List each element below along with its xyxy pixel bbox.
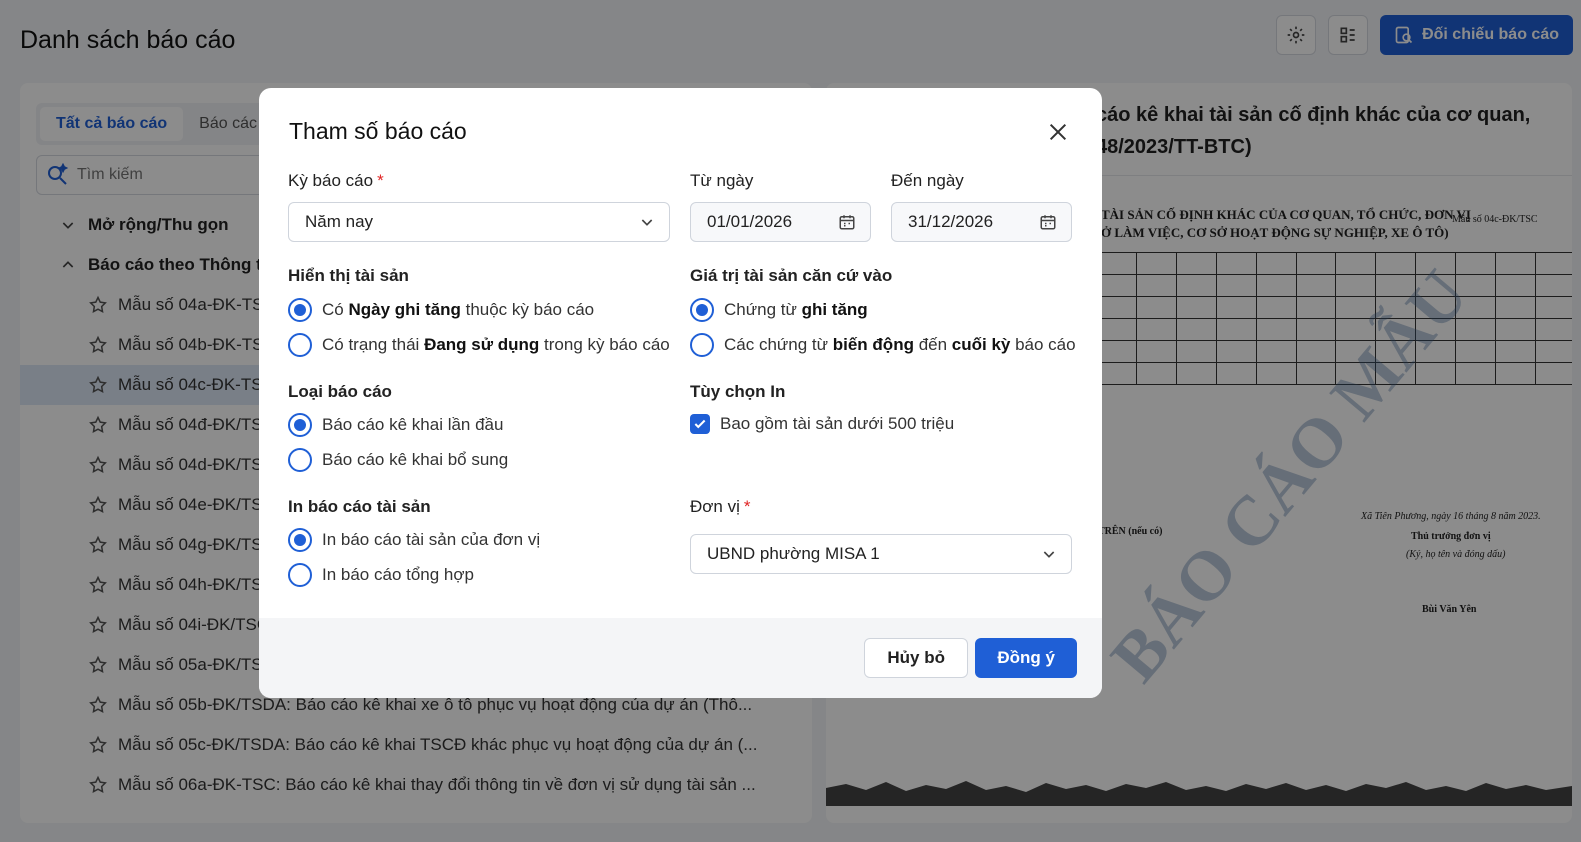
display-option-in-use[interactable]: Có trạng thái Đang sử dụng trong kỳ báo …	[288, 333, 670, 357]
value-basis-increase-voucher[interactable]: Chứng từ ghi tăng	[690, 298, 868, 322]
text-part: Có	[322, 300, 349, 319]
calendar-icon	[1040, 215, 1056, 230]
unit-select[interactable]: UBND phường MISA 1	[690, 534, 1072, 574]
dialog-title: Tham số báo cáo	[289, 118, 467, 144]
required-mark: *	[377, 171, 384, 190]
radio-unselected[interactable]	[288, 563, 312, 587]
include-under-500m-checkbox[interactable]: Bao gồm tài sản dưới 500 triệu	[690, 414, 954, 434]
from-date-value: 01/01/2026	[707, 212, 793, 231]
period-label-text: Kỳ báo cáo	[288, 171, 374, 190]
required-mark: *	[743, 497, 751, 516]
to-date-value: 31/12/2026	[908, 212, 994, 231]
ok-button[interactable]: Đồng ý	[975, 638, 1077, 678]
report-type-2-text: Báo cáo kê khai bổ sung	[322, 450, 509, 469]
radio-unselected[interactable]	[288, 448, 312, 472]
display-option-increase-date[interactable]: Có Ngày ghi tăng thuộc kỳ báo cáo	[288, 298, 594, 322]
from-date-label: Từ ngày	[690, 171, 754, 190]
text-bold: Ngày ghi tăng	[348, 300, 461, 319]
period-label: Kỳ báo cáo *	[288, 171, 384, 191]
text-bold: ghi tăng	[801, 300, 868, 319]
text-part: Các chứng từ	[724, 335, 833, 354]
unit-value: UBND phường MISA 1	[707, 544, 880, 563]
report-type-title: Loại báo cáo	[288, 382, 392, 401]
unit-label-text: Đơn vị	[690, 497, 740, 516]
from-date-input[interactable]: 01/01/2026	[690, 202, 871, 242]
print-report-2-text: In báo cáo tổng hợp	[322, 565, 474, 584]
close-icon	[1049, 123, 1067, 141]
print-report-1-text: In báo cáo tài sản của đơn vị	[322, 530, 541, 549]
text-part: thuộc kỳ báo cáo	[460, 300, 595, 319]
print-unit-report[interactable]: In báo cáo tài sản của đơn vị	[288, 528, 540, 552]
check-icon	[694, 419, 706, 429]
report-type-1-text: Báo cáo kê khai lần đầu	[322, 415, 504, 434]
display-option-1-text: Có Ngày ghi tăng thuộc kỳ báo cáo	[322, 300, 594, 320]
text-part: báo cáo	[1010, 335, 1076, 354]
text-part: đến	[913, 335, 952, 354]
text-part: Có trạng thái	[322, 335, 425, 354]
print-report-title: In báo cáo tài sản	[288, 497, 431, 516]
unit-label: Đơn vị *	[690, 497, 751, 517]
value-basis-title: Giá trị tài sản căn cứ vào	[690, 266, 893, 285]
print-summary-report[interactable]: In báo cáo tổng hợp	[288, 563, 474, 587]
radio-unselected[interactable]	[690, 333, 714, 357]
period-select[interactable]: Năm nay	[288, 202, 670, 242]
include-under-500m-text: Bao gồm tài sản dưới 500 triệu	[720, 414, 955, 433]
radio-selected[interactable]	[288, 528, 312, 552]
value-basis-2-text: Các chứng từ biến động đến cuối kỳ báo c…	[724, 335, 1076, 355]
text-bold: cuối kỳ	[951, 335, 1011, 354]
radio-selected[interactable]	[690, 298, 714, 322]
radio-unselected[interactable]	[288, 333, 312, 357]
radio-selected[interactable]	[288, 413, 312, 437]
display-assets-title: Hiển thị tài sản	[288, 266, 409, 285]
print-options-title: Tùy chọn In	[690, 382, 786, 401]
value-basis-change-vouchers[interactable]: Các chứng từ biến động đến cuối kỳ báo c…	[690, 333, 1076, 357]
report-parameters-dialog: Tham số báo cáo Kỳ báo cáo * Năm nay Từ n…	[259, 88, 1102, 698]
calendar-icon	[839, 215, 855, 230]
to-date-input[interactable]: 31/12/2026	[891, 202, 1072, 242]
to-date-label: Đến ngày	[891, 171, 964, 190]
chevron-down-icon	[641, 219, 653, 226]
report-type-supplement[interactable]: Báo cáo kê khai bổ sung	[288, 448, 508, 472]
checkbox-checked[interactable]	[690, 414, 710, 434]
text-bold: biến động	[832, 335, 914, 354]
report-type-initial[interactable]: Báo cáo kê khai lần đầu	[288, 413, 503, 437]
dialog-footer: Hủy bỏ Đồng ý	[259, 618, 1102, 698]
value-basis-1-text: Chứng từ ghi tăng	[724, 300, 868, 320]
chevron-down-icon	[1043, 551, 1055, 558]
text-part: Chứng từ	[724, 300, 802, 319]
display-option-2-text: Có trạng thái Đang sử dụng trong kỳ báo …	[322, 335, 670, 355]
text-part: trong kỳ báo cáo	[539, 335, 670, 354]
radio-selected[interactable]	[288, 298, 312, 322]
text-bold: Đang sử dụng	[424, 335, 540, 354]
period-value: Năm nay	[305, 212, 374, 231]
cancel-button[interactable]: Hủy bỏ	[864, 638, 968, 678]
close-button[interactable]	[1044, 118, 1072, 146]
